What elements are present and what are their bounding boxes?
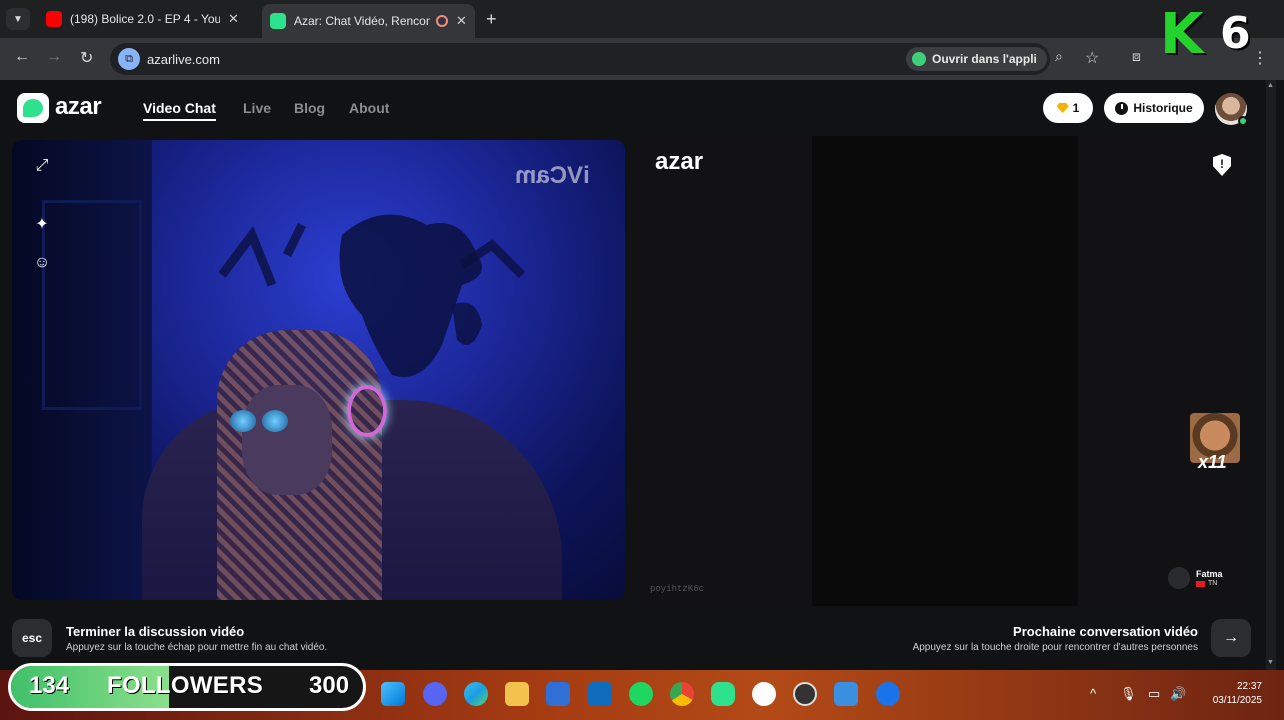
url-text: azarlive.com — [147, 52, 220, 67]
self-camera-video: iVCam ⤢ ✦ ☺ — [12, 140, 625, 600]
close-tab-icon[interactable]: ✕ — [456, 13, 467, 29]
scroll-down-icon[interactable]: ▼ — [1267, 659, 1274, 666]
sunglasses — [230, 410, 290, 434]
new-tab-icon[interactable]: + — [486, 9, 497, 30]
youtube-icon — [46, 11, 62, 27]
audio-app-icon[interactable] — [834, 682, 858, 706]
partner-video: azar ! x11 poyihtzK6c Fatma TN — [638, 136, 1248, 606]
gems-button[interactable]: 1 — [1043, 93, 1093, 123]
partner-id: poyihtzK6c — [650, 584, 705, 594]
followers-target: 300 — [309, 672, 350, 699]
user-avatar[interactable] — [1215, 93, 1248, 126]
bookmark-star-icon[interactable]: ☆ — [1085, 48, 1099, 68]
edge-icon[interactable] — [464, 682, 488, 706]
taskbar-clock[interactable]: 22:37 03/11/2025 — [1198, 680, 1262, 708]
partner-country: TN — [1208, 580, 1218, 587]
spotify-icon[interactable] — [629, 682, 653, 706]
nav-live[interactable]: Live — [243, 100, 271, 116]
ivcam-icon[interactable] — [876, 682, 900, 706]
azar-app-icon — [912, 52, 926, 66]
clock-icon — [1115, 101, 1129, 115]
history-label: Historique — [1133, 101, 1193, 115]
tab-title: Azar: Chat Vidéo, Rencontre — [294, 14, 430, 28]
history-button[interactable]: Historique — [1104, 93, 1204, 123]
tray-chevron-icon[interactable]: ^ — [1090, 686, 1096, 701]
followers-current: 134 — [29, 672, 70, 699]
reload-icon[interactable]: ↻ — [80, 48, 93, 68]
k6-number: 6 — [1220, 8, 1251, 59]
expand-icon[interactable]: ⤢ — [32, 156, 52, 176]
zoom-search-icon[interactable]: ⌕ — [1055, 48, 1063, 65]
taskbar-date: 03/11/2025 — [1212, 695, 1262, 706]
k6-letter: K — [1160, 2, 1204, 67]
azar-icon — [270, 13, 286, 29]
headphones — [347, 385, 387, 437]
next-arrow-button[interactable]: → — [1211, 619, 1251, 657]
azar-logo-text[interactable]: azar — [55, 93, 102, 121]
webcam-app-icon[interactable] — [752, 682, 776, 706]
tab-search-chevron-icon[interactable]: ▼ — [6, 8, 30, 30]
ivcam-watermark: iVCam — [515, 162, 590, 189]
extensions-icon[interactable]: ⧈ — [1132, 48, 1141, 65]
windows-start-icon[interactable] — [381, 682, 405, 706]
partner-name: Fatma — [1196, 569, 1223, 579]
open-in-app-button[interactable]: Ouvrir dans l'appli — [906, 47, 1047, 71]
followers-goal-bar: 134 FOLLOWERS 300 — [8, 663, 366, 711]
site-info-icon[interactable]: ⧉ — [118, 48, 140, 70]
azar-header: azar Video Chat Live Blog About 1 Histor… — [0, 80, 1284, 136]
tab-azar[interactable]: Azar: Chat Vidéo, Rencontre ✕ — [262, 4, 475, 38]
person-face — [242, 385, 332, 495]
browser-toolbar: ← → ↻ ⧉ azarlive.com Ouvrir dans l'appli… — [0, 38, 1284, 80]
tab-youtube[interactable]: (198) Bolice 2.0 - EP 4 - YouTube ✕ — [38, 4, 247, 34]
outlook-icon[interactable] — [588, 682, 612, 706]
nav-blog[interactable]: Blog — [294, 100, 325, 116]
stream-overlay-k6: K 6 — [1160, 6, 1256, 64]
open-in-app-label: Ouvrir dans l'appli — [932, 52, 1037, 66]
gems-count: 1 — [1072, 101, 1080, 115]
next-chat-subtitle: Appuyez sur la touche droite pour rencon… — [912, 642, 1198, 653]
partner-user-badge[interactable]: Fatma TN — [1168, 566, 1223, 590]
partner-avatar — [1168, 567, 1190, 589]
face-filter-icon[interactable]: ☺ — [32, 253, 52, 273]
page-scrollbar[interactable]: ▲ ▼ — [1266, 80, 1276, 670]
nav-about[interactable]: About — [349, 100, 389, 116]
partner-video-feed — [812, 136, 1078, 606]
video-window-frame — [42, 200, 142, 410]
online-status-dot — [1238, 116, 1248, 126]
discord-icon[interactable] — [423, 682, 447, 706]
obs-icon[interactable] — [793, 682, 817, 706]
microphone-icon[interactable]: 🎙 — [1120, 686, 1137, 702]
recording-icon — [436, 15, 448, 27]
azar-logo-icon[interactable] — [17, 93, 49, 123]
microsoft-store-icon[interactable] — [546, 682, 570, 706]
tab-title: (198) Bolice 2.0 - EP 4 - YouTube — [70, 12, 220, 26]
azar-app-taskbar-icon[interactable] — [711, 682, 735, 706]
nav-video-chat[interactable]: Video Chat — [143, 100, 216, 121]
tunisia-flag-icon — [1196, 580, 1205, 587]
next-chat-title: Prochaine conversation vidéo — [1013, 624, 1198, 639]
network-icon[interactable]: ▭ — [1148, 686, 1160, 702]
partner-azar-logo: azar — [655, 148, 704, 175]
forward-icon[interactable]: → — [46, 48, 62, 66]
browser-tab-strip: ▼ (198) Bolice 2.0 - EP 4 - YouTube ✕ Az… — [0, 0, 1284, 38]
gem-icon — [1056, 103, 1069, 113]
followers-label: FOLLOWERS — [107, 672, 264, 699]
back-icon[interactable]: ← — [14, 48, 30, 66]
report-shield-icon[interactable]: ! — [1213, 154, 1231, 176]
taskbar-time: 22:37 — [1236, 681, 1262, 692]
end-chat-subtitle: Appuyez sur la touche échap pour mettre … — [66, 642, 328, 653]
esc-key-button[interactable]: esc — [12, 619, 52, 657]
sticker-count: x11 — [1198, 452, 1227, 472]
volume-icon[interactable]: 🔊 — [1170, 686, 1186, 702]
sparkle-effects-icon[interactable]: ✦ — [32, 214, 52, 234]
scroll-up-icon[interactable]: ▲ — [1267, 82, 1274, 89]
file-explorer-icon[interactable] — [505, 682, 529, 706]
end-chat-title: Terminer la discussion vidéo — [66, 624, 245, 639]
close-tab-icon[interactable]: ✕ — [228, 11, 239, 27]
chrome-icon[interactable] — [670, 682, 694, 706]
